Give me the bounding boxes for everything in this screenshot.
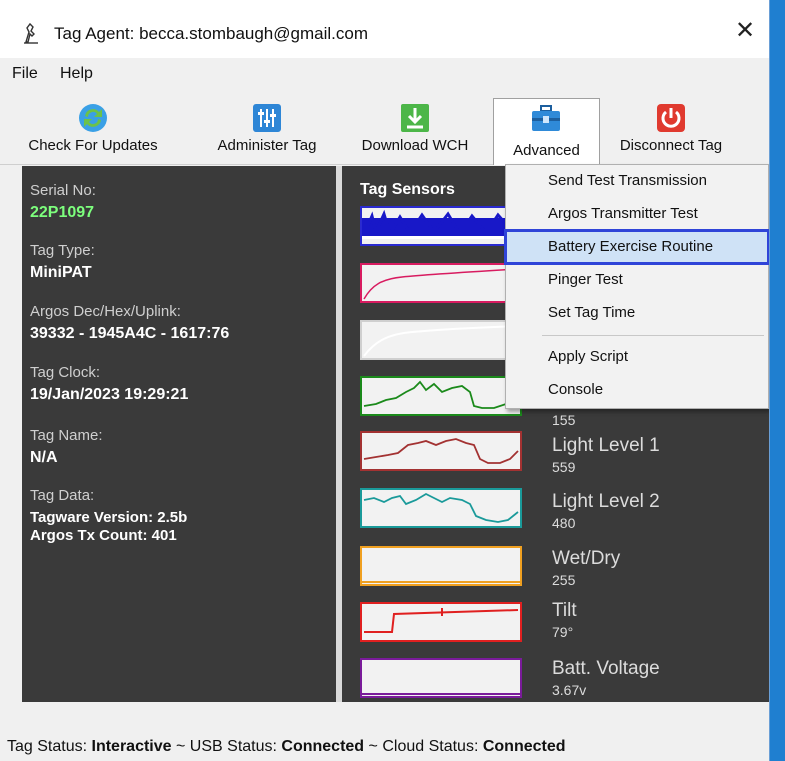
usb-status-value: Connected: [281, 738, 365, 755]
sensor-sparkline-2: [360, 263, 522, 303]
sensor-partial-value: 155: [552, 412, 576, 428]
serial-value: 22P1097: [30, 204, 95, 221]
tag-status-value: Interactive: [91, 738, 172, 755]
power-icon: [657, 104, 685, 132]
status-separator-1: ~: [176, 738, 186, 755]
disconnect-tag-button[interactable]: Disconnect Tag: [605, 98, 737, 160]
tag-agent-logo-icon: [24, 22, 38, 44]
battery-voltage-value: 3.67v: [552, 682, 587, 698]
download-icon: [401, 104, 429, 132]
close-button[interactable]: ✕: [727, 14, 763, 48]
download-wch-button[interactable]: Download WCH: [348, 98, 482, 160]
disconnect-tag-label: Disconnect Tag: [619, 137, 723, 154]
light-level-1-value: 559: [552, 459, 576, 475]
serial-label: Serial No:: [30, 182, 96, 199]
window-title: Tag Agent: becca.stombaugh@gmail.com: [54, 24, 368, 43]
light-level-1-sparkline: [360, 431, 522, 471]
menu-console[interactable]: Console: [506, 374, 768, 406]
advanced-label: Advanced: [513, 142, 580, 159]
sensor-sparkline-3: [360, 320, 522, 360]
tilt-sparkline: [360, 602, 522, 642]
argos-value: 39332 - 1945A4C - 1617:76: [30, 325, 230, 342]
advanced-button[interactable]: Advanced: [493, 98, 600, 165]
status-separator-2: ~: [368, 738, 378, 755]
wet-dry-name: Wet/Dry: [552, 548, 621, 569]
app-window: Tag Agent: becca.stombaugh@gmail.com ✕ F…: [0, 0, 770, 761]
title-bar: Tag Agent: becca.stombaugh@gmail.com ✕: [0, 0, 769, 58]
menu-set-tag-time[interactable]: Set Tag Time: [506, 297, 768, 329]
data-label: Tag Data:: [30, 487, 95, 504]
tagware-version: Tagware Version: 2.5b: [30, 509, 188, 526]
menu-bar: File Help: [0, 58, 769, 92]
argos-tx-count: Argos Tx Count: 401: [30, 527, 177, 544]
menu-battery-exercise-routine[interactable]: Battery Exercise Routine: [504, 229, 769, 265]
sensor-sparkline-1: [360, 206, 522, 246]
toolbar: Check For Updates Administer Tag Downloa…: [0, 92, 769, 165]
cloud-status-value: Connected: [482, 738, 566, 755]
menu-file[interactable]: File: [12, 65, 38, 83]
light-level-2-value: 480: [552, 515, 576, 531]
name-label: Tag Name:: [30, 427, 103, 444]
menu-help[interactable]: Help: [60, 65, 93, 83]
tilt-value: 79°: [552, 624, 574, 640]
status-row: Tag Status: Interactive ~ USB Status: Co…: [7, 738, 566, 756]
cloud-status-label: Cloud Status:: [382, 738, 479, 755]
clock-label: Tag Clock:: [30, 364, 101, 381]
clock-value: 19/Jan/2023 19:29:21: [30, 386, 189, 403]
light-level-2-name: Light Level 2: [552, 491, 660, 512]
check-updates-button[interactable]: Check For Updates: [4, 98, 182, 160]
tag-info-panel: Serial No: 22P1097 Tag Type: MiniPAT Arg…: [22, 166, 336, 702]
menu-send-test-transmission[interactable]: Send Test Transmission: [506, 165, 768, 197]
menu-separator: [542, 335, 764, 336]
menu-apply-script[interactable]: Apply Script: [506, 341, 768, 373]
close-icon: ✕: [734, 17, 756, 44]
download-wch-label: Download WCH: [361, 137, 469, 154]
advanced-dropdown-menu: Send Test Transmission Argos Transmitter…: [504, 164, 769, 409]
administer-tag-label: Administer Tag: [217, 137, 317, 154]
sensors-title: Tag Sensors: [360, 181, 455, 198]
toolbox-icon: [532, 105, 560, 131]
wet-dry-sparkline: [360, 546, 522, 586]
tilt-name: Tilt: [552, 600, 577, 621]
menu-argos-transmitter-test[interactable]: Argos Transmitter Test: [506, 198, 768, 230]
wet-dry-value: 255: [552, 572, 576, 588]
battery-voltage-sparkline: [360, 658, 522, 698]
light-level-1-name: Light Level 1: [552, 435, 660, 456]
light-level-2-sparkline: [360, 488, 522, 528]
usb-status-label: USB Status:: [189, 738, 277, 755]
sensor-sparkline-4: [360, 376, 522, 416]
status-bar: Tag Status: Interactive ~ USB Status: Co…: [0, 702, 769, 761]
argos-label: Argos Dec/Hex/Uplink:: [30, 303, 181, 320]
menu-pinger-test[interactable]: Pinger Test: [506, 264, 768, 296]
tag-status-label: Tag Status:: [7, 738, 88, 755]
refresh-icon: [79, 104, 107, 132]
type-value: MiniPAT: [30, 264, 92, 281]
name-value: N/A: [30, 449, 58, 466]
battery-voltage-name: Batt. Voltage: [552, 658, 660, 679]
type-label: Tag Type:: [30, 242, 95, 259]
check-updates-label: Check For Updates: [28, 137, 158, 154]
administer-tag-button[interactable]: Administer Tag: [200, 98, 334, 160]
settings-sliders-icon: [253, 104, 281, 132]
